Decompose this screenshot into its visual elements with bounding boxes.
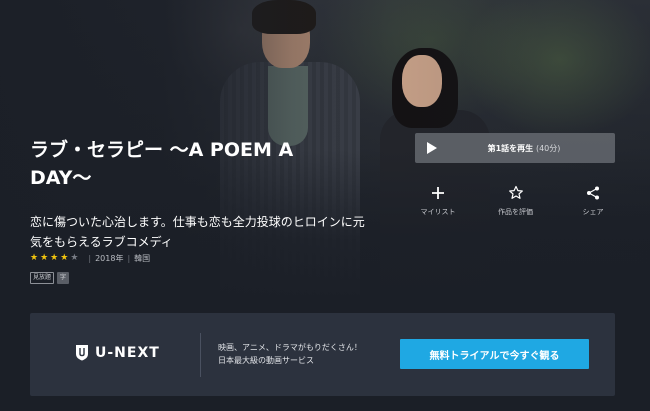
shield-logo-icon bbox=[76, 345, 88, 361]
rating-stars: ★ ★ ★ ★ ★ bbox=[30, 252, 78, 264]
banner-tagline: 映画、アニメ、ドラマがもりだくさん！ 日本最大級の動画サービス bbox=[218, 343, 362, 365]
star-filled-icon: ★ bbox=[50, 253, 59, 263]
action-row: マイリスト 作品を評価 シェア bbox=[408, 185, 623, 217]
star-empty-icon: ★ bbox=[70, 253, 79, 263]
country: 韓国 bbox=[134, 253, 151, 263]
badge-subtitle: 字 bbox=[57, 272, 70, 284]
free-trial-button[interactable]: 無料トライアルで今すぐ観る bbox=[400, 339, 589, 369]
star-filled-icon: ★ bbox=[60, 253, 69, 263]
brand-logo: U-NEXT bbox=[75, 344, 160, 361]
banner-divider bbox=[200, 333, 201, 377]
play-episode-button[interactable]: 第1話を再生 (40分) bbox=[415, 133, 615, 163]
play-label: 第1話を再生 bbox=[487, 143, 534, 153]
rate-button[interactable]: 作品を評価 bbox=[486, 185, 546, 217]
plus-icon bbox=[432, 187, 444, 199]
share-icon bbox=[587, 186, 599, 200]
badge-group: 見放題 字 bbox=[30, 272, 70, 284]
star-outline-icon bbox=[508, 185, 523, 199]
star-filled-icon: ★ bbox=[40, 253, 49, 263]
promo-banner: U-NEXT 映画、アニメ、ドラマがもりだくさん！ 日本最大級の動画サービス 無… bbox=[30, 313, 615, 396]
release-year: 2018年 bbox=[95, 253, 124, 263]
meta-row: ★ ★ ★ ★ ★ | 2018年 | 韓国 bbox=[30, 252, 151, 264]
star-filled-icon: ★ bbox=[30, 253, 39, 263]
share-button[interactable]: シェア bbox=[563, 185, 623, 217]
badge-unlimited: 見放題 bbox=[30, 272, 55, 284]
mylist-button[interactable]: マイリスト bbox=[408, 185, 468, 217]
description: 恋に傷ついた心治します。仕事も恋も全力投球のヒロインに元気をもらえるラブコメディ bbox=[30, 215, 365, 249]
play-duration: (40分) bbox=[535, 143, 561, 153]
page-title: ラブ・セラピー 〜A POEM A DAY〜 bbox=[30, 139, 294, 189]
